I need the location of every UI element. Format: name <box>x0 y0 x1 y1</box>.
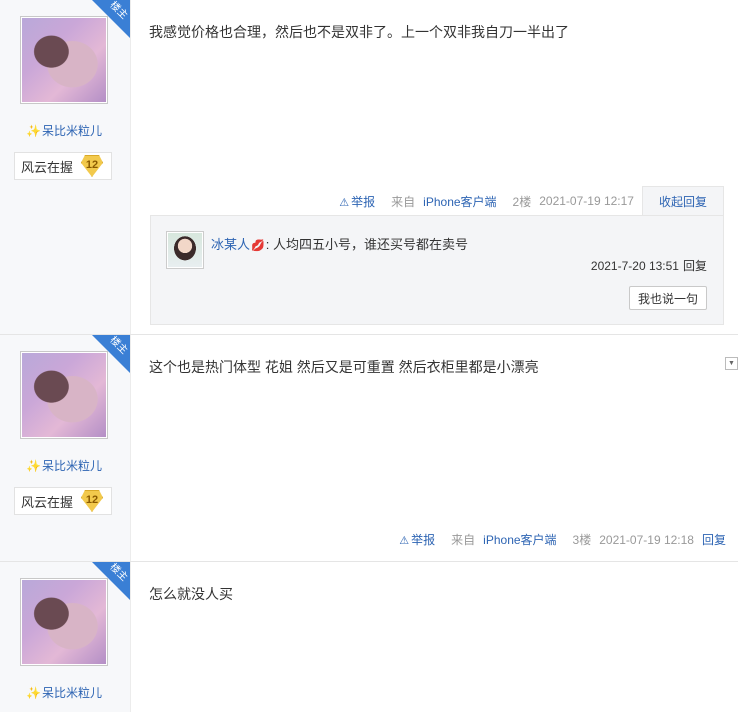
author-name[interactable]: 呆比米粒儿 <box>42 686 102 700</box>
lips-icon: 💋 <box>251 240 265 252</box>
client-info: 来自 iPhone客户端 <box>391 194 497 209</box>
report-link[interactable]: ⚠ 举报 <box>399 531 443 548</box>
author-name-link[interactable]: ✨呆比米粒儿 <box>26 122 102 139</box>
post-content: 这个也是热门体型 花姐 然后又是可重置 然后衣柜里都是小漂亮 <box>149 359 539 375</box>
post-main: 怎么就没人买 <box>131 562 738 712</box>
sparkle-icon: ✨ <box>26 686 41 700</box>
level-badge[interactable]: 风云在握 12 <box>14 152 112 180</box>
sparkle-icon: ✨ <box>26 124 41 138</box>
author-name[interactable]: 呆比米粒儿 <box>42 459 102 473</box>
author-name[interactable]: 呆比米粒儿 <box>42 124 102 138</box>
author-sidebar: 楼主 ✨呆比米粒儿 <box>0 562 131 712</box>
client-link[interactable]: iPhone客户端 <box>423 195 496 209</box>
sub-reply-meta: 2021-7-20 13:51 回复 <box>591 257 707 274</box>
author-name-link[interactable]: ✨呆比米粒儿 <box>26 457 102 474</box>
level-badge[interactable]: 风云在握 12 <box>14 487 112 515</box>
say-something-button[interactable]: 我也说一句 <box>628 286 707 310</box>
sub-reply-button[interactable]: 回复 <box>683 259 707 273</box>
level-number: 12 <box>81 155 103 177</box>
post-time: 2021-07-19 12:17 <box>539 194 634 208</box>
post-floor-3: 楼主 ✨呆比米粒儿 风云在握 12 这个也是热门体型 花姐 然后又是可重置 然后… <box>0 335 738 562</box>
client-link[interactable]: iPhone客户端 <box>483 533 556 547</box>
level-title: 风云在握 <box>21 159 74 175</box>
post-floor-4: 楼主 ✨呆比米粒儿 怎么就没人买 <box>0 562 738 712</box>
sub-reply-line: 冰某人💋: 人均四五小号，谁还买号都在卖号 <box>211 234 468 253</box>
avatar[interactable] <box>20 351 108 439</box>
post-floor-2: 楼主 ✨呆比米粒儿 风云在握 12 我感觉价格也合理，然后也不是双非了。上一个双… <box>0 0 738 335</box>
post-content: 我感觉价格也合理，然后也不是双非了。上一个双非我自刀一半出了 <box>149 24 569 40</box>
sub-reply-box: 冰某人💋: 人均四五小号，谁还买号都在卖号 2021-7-20 13:51 回复 … <box>150 215 724 325</box>
post-time: 2021-07-19 12:18 <box>599 532 694 547</box>
post-main: 这个也是热门体型 花姐 然后又是可重置 然后衣柜里都是小漂亮 ▼ ⚠ 举报 来自 i… <box>131 335 738 561</box>
post-content: 怎么就没人买 <box>149 586 233 602</box>
sparkle-icon: ✨ <box>26 459 41 473</box>
report-icon: ⚠ <box>399 535 410 547</box>
report-link[interactable]: ⚠ 举报 <box>339 193 383 210</box>
author-sidebar: 楼主 ✨呆比米粒儿 风云在握 12 <box>0 0 131 334</box>
client-info: 来自 iPhone客户端 <box>451 533 557 547</box>
sub-reply-avatar[interactable] <box>166 231 204 269</box>
level-number: 12 <box>81 490 103 512</box>
post-tail: ⚠ 举报 来自 iPhone客户端 3楼 2021-07-19 12:18 回复 <box>399 531 738 548</box>
collapse-reply-button[interactable]: 收起回复 <box>641 186 724 216</box>
avatar[interactable] <box>20 16 108 104</box>
author-sidebar: 楼主 ✨呆比米粒儿 风云在握 12 <box>0 335 131 561</box>
report-icon: ⚠ <box>339 196 350 209</box>
level-title: 风云在握 <box>21 494 74 510</box>
sub-reply-time: 2021-7-20 13:51 <box>590 259 679 273</box>
dropdown-icon[interactable]: ▼ <box>725 357 738 370</box>
post-main: 我感觉价格也合理，然后也不是双非了。上一个双非我自刀一半出了 ⚠ 举报 来自 iPh… <box>131 0 738 334</box>
floor-number: 2楼 <box>512 194 532 209</box>
sub-reply-author[interactable]: 冰某人 <box>211 237 250 252</box>
floor-number: 3楼 <box>572 533 592 547</box>
sub-reply-text: : 人均四五小号，谁还买号都在卖号 <box>265 237 468 252</box>
avatar[interactable] <box>20 578 108 666</box>
post-tail: ⚠ 举报 来自 iPhone客户端 2楼 2021-07-19 12:17 收起回复 <box>339 186 738 216</box>
reply-button[interactable]: 回复 <box>702 531 726 548</box>
author-name-link[interactable]: ✨呆比米粒儿 <box>26 684 102 701</box>
